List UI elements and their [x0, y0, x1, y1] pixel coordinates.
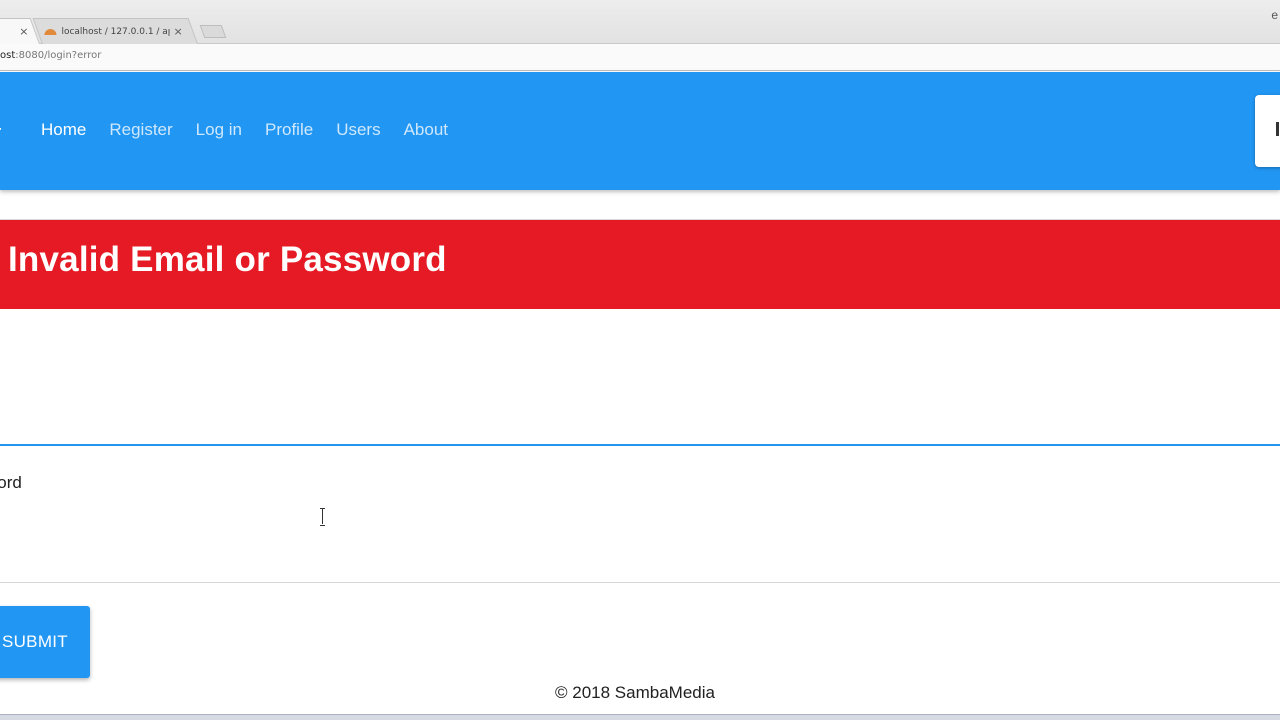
password-input[interactable] — [0, 515, 1280, 565]
nav-links: Home Register Log in Profile Users About — [41, 120, 471, 140]
tab-title: localhost / 127.0.0.1 / app — [61, 26, 170, 37]
window-corner-glyph: e — [1271, 8, 1278, 22]
url-host: ost — [0, 50, 16, 61]
nav-link-users[interactable]: Users — [336, 120, 380, 140]
email-field[interactable]: nail — [0, 330, 1280, 446]
text-cursor-icon — [319, 508, 327, 526]
footer-copyright: © 2018 SambaMedia — [555, 683, 715, 702]
nav-link-login[interactable]: Log in — [196, 120, 242, 140]
window-bottom-edge — [0, 714, 1280, 720]
error-message: Invalid Email or Password — [8, 240, 447, 279]
button-glyph-icon — [1276, 122, 1279, 136]
address-bar[interactable]: ost:8080/login?error — [0, 44, 1280, 71]
nav-link-register[interactable]: Register — [109, 120, 172, 140]
tab-close-icon[interactable]: × — [19, 25, 28, 38]
url-path: :8080/login?error — [15, 50, 102, 61]
nav-link-profile[interactable]: Profile — [265, 120, 313, 140]
error-alert: Invalid Email or Password — [0, 219, 1280, 309]
tab-close-icon[interactable]: × — [173, 25, 182, 38]
browser-tab-phpmyadmin[interactable]: localhost / 127.0.0.1 / app × — [32, 18, 198, 44]
brand-logo[interactable]: r — [0, 120, 1, 146]
email-input[interactable] — [0, 380, 1280, 430]
nav-link-about[interactable]: About — [404, 120, 448, 140]
nav-link-home[interactable]: Home — [41, 120, 86, 140]
password-field[interactable]: ssword — [0, 465, 1280, 583]
password-label: ssword — [0, 473, 22, 492]
phpmyadmin-favicon-icon — [44, 27, 56, 37]
app-navbar: r Home Register Log in Profile Users Abo… — [0, 72, 1280, 190]
url-text[interactable]: ost:8080/login?error — [0, 50, 101, 61]
navbar-right-button[interactable] — [1255, 95, 1280, 167]
new-tab-button[interactable] — [199, 25, 227, 38]
browser-tabstrip: × localhost / 127.0.0.1 / app × e — [0, 0, 1280, 44]
submit-button[interactable]: SUBMIT — [0, 606, 90, 678]
